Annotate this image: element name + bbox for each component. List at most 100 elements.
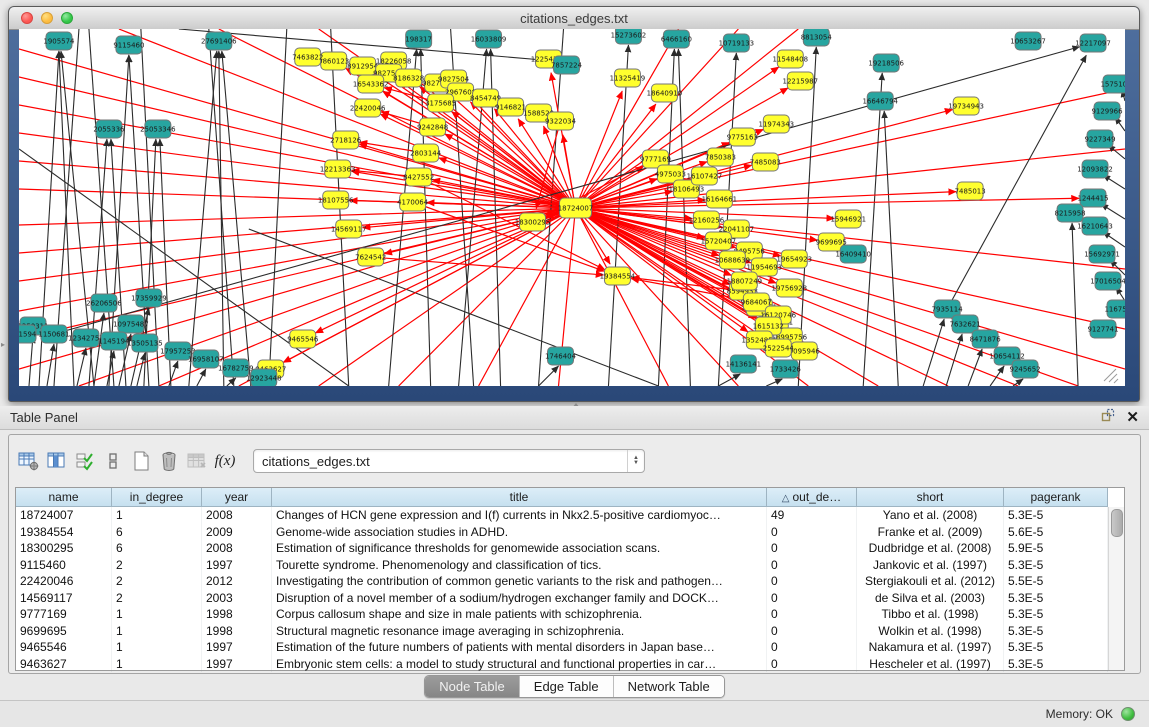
table-row[interactable]: 1456911722003Disruption of a novel membe… [16, 590, 1108, 607]
tab-network-table[interactable]: Network Table [614, 676, 724, 697]
graph-node[interactable]: 18300295 [515, 213, 551, 231]
graph-node[interactable]: 14569117 [331, 220, 367, 238]
graph-node[interactable]: 10975487 [113, 315, 149, 333]
graph-node[interactable]: 15273602 [611, 29, 647, 44]
graph-node[interactable]: 26206506 [86, 294, 122, 312]
graph-node[interactable]: 1746404 [545, 347, 577, 365]
graph-node[interactable]: 10688639 [715, 251, 751, 269]
graph-node[interactable]: 18640910 [647, 84, 683, 102]
graph-node[interactable]: 22420046 [350, 99, 386, 117]
new-column-icon[interactable] [127, 446, 155, 476]
close-panel-icon[interactable]: ✕ [1126, 411, 1139, 425]
graph-node[interactable]: 12923448 [246, 369, 282, 386]
column-header-indegree[interactable]: in_degree [112, 488, 202, 507]
memory-status-dot[interactable] [1121, 707, 1135, 721]
graph-node[interactable]: 11325419 [610, 69, 646, 87]
graph-node[interactable]: 25053346 [140, 120, 176, 138]
table-row[interactable]: 977716911998Corpus callosum shape and si… [16, 606, 1108, 623]
tab-node-table[interactable]: Node Table [425, 676, 520, 697]
graph-node[interactable]: 16107427 [687, 167, 723, 185]
graph-node[interactable]: 17359929 [131, 289, 167, 307]
graph-node[interactable]: 15720407 [701, 232, 737, 250]
table-row[interactable]: 1830029562008Estimation of significance … [16, 540, 1108, 557]
graph-node[interactable]: 8813054 [801, 29, 833, 46]
network-canvas[interactable]: 1872400798601238912954182260589827509165… [19, 29, 1125, 386]
table-row[interactable]: 911546021997Tourette syndrome. Phenomeno… [16, 557, 1108, 574]
graph-node[interactable]: 13505135 [127, 334, 163, 352]
graph-node[interactable]: 4170064 [397, 193, 429, 211]
graph-node[interactable]: 7485013 [955, 182, 986, 200]
table-row[interactable]: 946554611997Estimation of the future num… [16, 639, 1108, 656]
column-header-outde[interactable]: △out_de… [767, 488, 857, 507]
graph-node[interactable]: 2718126 [330, 131, 361, 149]
scrollbar-thumb[interactable] [1111, 509, 1123, 537]
table-row[interactable]: 2242004622012Investigating the contribut… [16, 573, 1108, 590]
graph-node[interactable]: 16543362 [353, 75, 389, 93]
graph-edge-red[interactable] [419, 177, 605, 270]
graph-node[interactable]: 10653267 [1010, 32, 1046, 50]
graph-node[interactable]: 18107556 [318, 191, 354, 209]
graph-node[interactable]: 27691406 [201, 32, 237, 50]
graph-node[interactable]: 12213363 [320, 160, 356, 178]
table-selector-dropdown[interactable]: citations_edges.txt ▲▼ [253, 449, 645, 473]
graph-node[interactable]: 15946921 [830, 210, 866, 228]
graph-node[interactable]: 1244415 [1077, 189, 1108, 207]
graph-node[interactable]: 1150681 [38, 325, 69, 343]
column-chooser-icon[interactable] [43, 446, 71, 476]
graph-node[interactable]: 9775163 [727, 128, 758, 146]
graph-node[interactable]: 7485083 [750, 153, 781, 171]
column-header-pagerank[interactable]: pagerank [1004, 488, 1108, 507]
graph-node[interactable]: 11548408 [773, 50, 809, 68]
graph-edge-red[interactable] [371, 257, 604, 275]
graph-node[interactable]: 1145194 [98, 332, 130, 350]
graph-node[interactable]: 19654923 [777, 250, 813, 268]
graph-node[interactable]: 7624542 [355, 248, 386, 266]
graph-node[interactable]: 11974343 [759, 115, 795, 133]
graph-node[interactable]: 9227349 [1084, 130, 1115, 148]
graph-node[interactable]: 12217097 [1075, 34, 1111, 52]
graph-node[interactable]: 198317 [405, 30, 432, 48]
graph-node[interactable]: 9146821 [495, 98, 526, 116]
graph-node[interactable]: 12215987 [783, 72, 819, 90]
graph-node[interactable]: 16033809 [471, 30, 507, 48]
column-header-year[interactable]: year [202, 488, 272, 507]
graph-node[interactable]: 1905574 [43, 32, 75, 50]
graph-node[interactable]: 9115460 [113, 36, 144, 54]
graph-node[interactable]: 6466160 [661, 30, 692, 48]
graph-node[interactable]: 9129966 [1091, 102, 1122, 120]
graph-node[interactable]: 19734943 [948, 97, 984, 115]
graph-edge-black[interactable] [54, 47, 1080, 334]
graph-node[interactable]: 16646794 [862, 92, 898, 110]
graph-node[interactable]: 19384554 [600, 267, 636, 285]
graph-node[interactable]: 8186328 [393, 69, 424, 87]
graph-node[interactable]: 8215958 [1055, 204, 1086, 222]
graph-node[interactable]: 15692971 [1084, 245, 1120, 263]
function-builder-icon[interactable]: f(x) [211, 446, 239, 476]
graph-node[interactable]: 1575107 [1100, 75, 1125, 93]
graph-node[interactable]: 7850383 [705, 148, 736, 166]
graph-node[interactable]: 8471876 [970, 330, 1001, 348]
graph-node[interactable]: 9245652 [1010, 360, 1041, 378]
graph-node[interactable]: 16409410 [835, 245, 871, 263]
table-row[interactable]: 1938455462009Genome-wide association stu… [16, 524, 1108, 541]
graph-node[interactable]: 10719133 [719, 34, 755, 52]
graph-node[interactable]: 3175685 [425, 94, 456, 112]
graph-node[interactable]: 17016504 [1090, 272, 1125, 290]
graph-node[interactable]: 7857224 [551, 56, 583, 74]
graph-node[interactable]: 9242848 [417, 118, 448, 136]
graph-node[interactable]: 1167533 [1104, 300, 1125, 318]
graph-node[interactable]: 14136141 [726, 355, 762, 373]
delete-icon[interactable] [155, 446, 183, 476]
table-settings-icon[interactable] [15, 446, 43, 476]
vertical-scrollbar[interactable] [1108, 507, 1124, 670]
canvas-resize-grip[interactable] [1104, 369, 1118, 383]
left-panel-collapse-icon[interactable]: ▸ [1, 340, 5, 349]
table-row[interactable]: 969969511998Structural magnetic resonanc… [16, 623, 1108, 640]
graph-node[interactable]: 9465546 [287, 330, 318, 348]
table-row[interactable]: 1872400712008Changes of HCN gene express… [16, 507, 1108, 524]
graph-node[interactable]: 391594 [19, 325, 37, 343]
graph-node[interactable]: 7463822 [292, 48, 323, 66]
column-header-title[interactable]: title [272, 488, 767, 507]
graph-node[interactable]: 8427552 [403, 168, 434, 186]
tab-edge-table[interactable]: Edge Table [520, 676, 614, 697]
